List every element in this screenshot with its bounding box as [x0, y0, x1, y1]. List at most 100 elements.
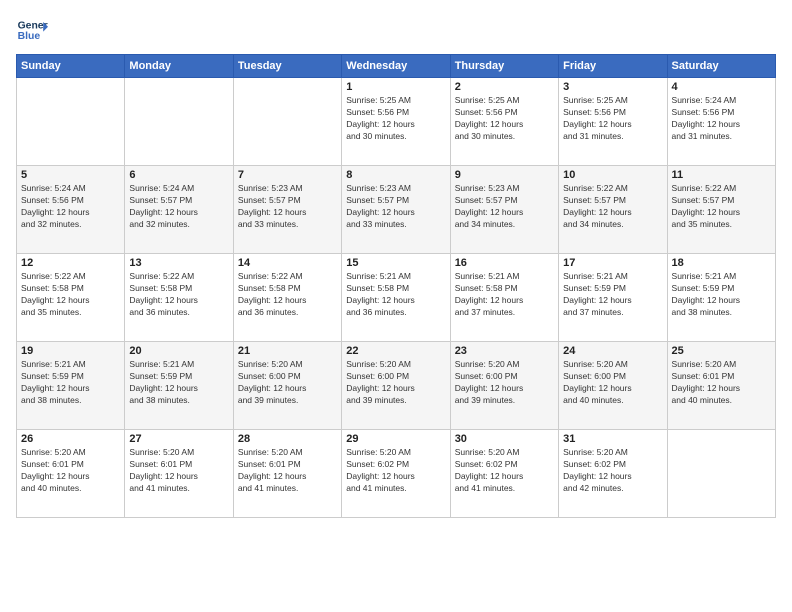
svg-text:Blue: Blue	[18, 31, 41, 42]
day-number: 3	[563, 81, 662, 93]
day-info: Sunrise: 5:22 AM Sunset: 5:57 PM Dayligh…	[672, 183, 771, 231]
header-monday: Monday	[125, 55, 233, 78]
header-saturday: Saturday	[667, 55, 775, 78]
day-number: 5	[21, 169, 120, 181]
day-cell: 26 Sunrise: 5:20 AM Sunset: 6:01 PM Dayli…	[17, 430, 125, 518]
day-number: 11	[672, 169, 771, 181]
calendar-table: Sunday Monday Tuesday Wednesday Thursday…	[16, 54, 776, 518]
day-number: 21	[238, 345, 337, 357]
day-cell	[17, 78, 125, 166]
day-number: 16	[455, 257, 554, 269]
week-row-3: 12Sunrise: 5:22 AM Sunset: 5:58 PM Dayli…	[17, 254, 776, 342]
day-number: 26	[21, 433, 120, 445]
day-cell: 31 Sunrise: 5:20 AM Sunset: 6:02 PM Dayli…	[559, 430, 667, 518]
day-info: Sunrise: 5:24 AM Sunset: 5:57 PM Dayligh…	[129, 183, 228, 231]
header-tuesday: Tuesday	[233, 55, 341, 78]
header: General Blue	[16, 14, 776, 46]
day-info: Sunrise: 5:20 AM Sunset: 6:00 PM Dayligh…	[346, 359, 445, 407]
day-cell: 17 Sunrise: 5:21 AM Sunset: 5:59 PM Dayli…	[559, 254, 667, 342]
day-number: 14	[238, 257, 337, 269]
day-info: Sunrise: 5:20 AM Sunset: 6:01 PM Dayligh…	[672, 359, 771, 407]
day-cell: 16 Sunrise: 5:21 AM Sunset: 5:58 PM Dayli…	[450, 254, 558, 342]
day-info: Sunrise: 5:25 AM Sunset: 5:56 PM Dayligh…	[346, 95, 445, 143]
day-info: Sunrise: 5:23 AM Sunset: 5:57 PM Dayligh…	[238, 183, 337, 231]
day-cell: 15 Sunrise: 5:21 AM Sunset: 5:58 PM Dayli…	[342, 254, 450, 342]
day-cell: 11 Sunrise: 5:22 AM Sunset: 5:57 PM Dayli…	[667, 166, 775, 254]
page: General Blue Sunday Monday Tuesday Wedne…	[0, 0, 792, 612]
day-number: 4	[672, 81, 771, 93]
day-cell: 25 Sunrise: 5:20 AM Sunset: 6:01 PM Dayli…	[667, 342, 775, 430]
day-info: Sunrise: 5:23 AM Sunset: 5:57 PM Dayligh…	[455, 183, 554, 231]
day-cell	[233, 78, 341, 166]
calendar-body: 1 Sunrise: 5:25 AM Sunset: 5:56 PM Daylig…	[17, 78, 776, 518]
day-number: 7	[238, 169, 337, 181]
day-cell: 8 Sunrise: 5:23 AM Sunset: 5:57 PM Daylig…	[342, 166, 450, 254]
day-cell	[667, 430, 775, 518]
day-cell: 30Sunrise: 5:20 AM Sunset: 6:02 PM Dayli…	[450, 430, 558, 518]
logo: General Blue	[16, 14, 48, 46]
day-cell: 27 Sunrise: 5:20 AM Sunset: 6:01 PM Dayli…	[125, 430, 233, 518]
day-number: 20	[129, 345, 228, 357]
day-info: Sunrise: 5:23 AM Sunset: 5:57 PM Dayligh…	[346, 183, 445, 231]
day-info: Sunrise: 5:20 AM Sunset: 6:02 PM Dayligh…	[563, 447, 662, 495]
day-info: Sunrise: 5:21 AM Sunset: 5:59 PM Dayligh…	[672, 271, 771, 319]
day-cell: 19 Sunrise: 5:21 AM Sunset: 5:59 PM Dayli…	[17, 342, 125, 430]
day-cell: 12Sunrise: 5:22 AM Sunset: 5:58 PM Dayli…	[17, 254, 125, 342]
day-number: 9	[455, 169, 554, 181]
day-info: Sunrise: 5:20 AM Sunset: 6:01 PM Dayligh…	[238, 447, 337, 495]
day-info: Sunrise: 5:21 AM Sunset: 5:59 PM Dayligh…	[563, 271, 662, 319]
day-number: 27	[129, 433, 228, 445]
day-number: 30	[455, 433, 554, 445]
header-wednesday: Wednesday	[342, 55, 450, 78]
day-number: 15	[346, 257, 445, 269]
day-cell: 22 Sunrise: 5:20 AM Sunset: 6:00 PM Dayli…	[342, 342, 450, 430]
day-info: Sunrise: 5:24 AM Sunset: 5:56 PM Dayligh…	[21, 183, 120, 231]
week-row-1: 1 Sunrise: 5:25 AM Sunset: 5:56 PM Daylig…	[17, 78, 776, 166]
day-cell: 1 Sunrise: 5:25 AM Sunset: 5:56 PM Daylig…	[342, 78, 450, 166]
day-info: Sunrise: 5:20 AM Sunset: 6:01 PM Dayligh…	[129, 447, 228, 495]
day-info: Sunrise: 5:21 AM Sunset: 5:59 PM Dayligh…	[21, 359, 120, 407]
day-info: Sunrise: 5:20 AM Sunset: 6:01 PM Dayligh…	[21, 447, 120, 495]
header-sunday: Sunday	[17, 55, 125, 78]
day-cell: 29 Sunrise: 5:20 AM Sunset: 6:02 PM Dayli…	[342, 430, 450, 518]
calendar-header: Sunday Monday Tuesday Wednesday Thursday…	[17, 55, 776, 78]
day-number: 10	[563, 169, 662, 181]
day-cell: 18Sunrise: 5:21 AM Sunset: 5:59 PM Dayli…	[667, 254, 775, 342]
day-cell: 13 Sunrise: 5:22 AM Sunset: 5:58 PM Dayli…	[125, 254, 233, 342]
day-number: 19	[21, 345, 120, 357]
day-cell: 14Sunrise: 5:22 AM Sunset: 5:58 PM Dayli…	[233, 254, 341, 342]
day-number: 28	[238, 433, 337, 445]
day-info: Sunrise: 5:22 AM Sunset: 5:58 PM Dayligh…	[129, 271, 228, 319]
day-info: Sunrise: 5:21 AM Sunset: 5:58 PM Dayligh…	[346, 271, 445, 319]
day-cell: 3Sunrise: 5:25 AM Sunset: 5:56 PM Daylig…	[559, 78, 667, 166]
day-number: 29	[346, 433, 445, 445]
day-number: 8	[346, 169, 445, 181]
day-cell: 28 Sunrise: 5:20 AM Sunset: 6:01 PM Dayli…	[233, 430, 341, 518]
day-cell: 21Sunrise: 5:20 AM Sunset: 6:00 PM Dayli…	[233, 342, 341, 430]
day-number: 24	[563, 345, 662, 357]
day-number: 2	[455, 81, 554, 93]
day-info: Sunrise: 5:21 AM Sunset: 5:59 PM Dayligh…	[129, 359, 228, 407]
day-cell: 23Sunrise: 5:20 AM Sunset: 6:00 PM Dayli…	[450, 342, 558, 430]
day-number: 13	[129, 257, 228, 269]
day-info: Sunrise: 5:21 AM Sunset: 5:58 PM Dayligh…	[455, 271, 554, 319]
day-number: 6	[129, 169, 228, 181]
day-number: 31	[563, 433, 662, 445]
header-thursday: Thursday	[450, 55, 558, 78]
day-cell: 20 Sunrise: 5:21 AM Sunset: 5:59 PM Dayli…	[125, 342, 233, 430]
day-number: 22	[346, 345, 445, 357]
day-number: 23	[455, 345, 554, 357]
day-cell: 2Sunrise: 5:25 AM Sunset: 5:56 PM Daylig…	[450, 78, 558, 166]
header-row: Sunday Monday Tuesday Wednesday Thursday…	[17, 55, 776, 78]
week-row-5: 26 Sunrise: 5:20 AM Sunset: 6:01 PM Dayli…	[17, 430, 776, 518]
general-blue-logo-icon: General Blue	[16, 14, 48, 46]
day-cell: 5 Sunrise: 5:24 AM Sunset: 5:56 PM Daylig…	[17, 166, 125, 254]
day-info: Sunrise: 5:20 AM Sunset: 6:02 PM Dayligh…	[346, 447, 445, 495]
day-number: 17	[563, 257, 662, 269]
day-cell: 10Sunrise: 5:22 AM Sunset: 5:57 PM Dayli…	[559, 166, 667, 254]
week-row-2: 5 Sunrise: 5:24 AM Sunset: 5:56 PM Daylig…	[17, 166, 776, 254]
day-number: 1	[346, 81, 445, 93]
day-cell: 24Sunrise: 5:20 AM Sunset: 6:00 PM Dayli…	[559, 342, 667, 430]
day-cell: 9 Sunrise: 5:23 AM Sunset: 5:57 PM Daylig…	[450, 166, 558, 254]
day-number: 25	[672, 345, 771, 357]
